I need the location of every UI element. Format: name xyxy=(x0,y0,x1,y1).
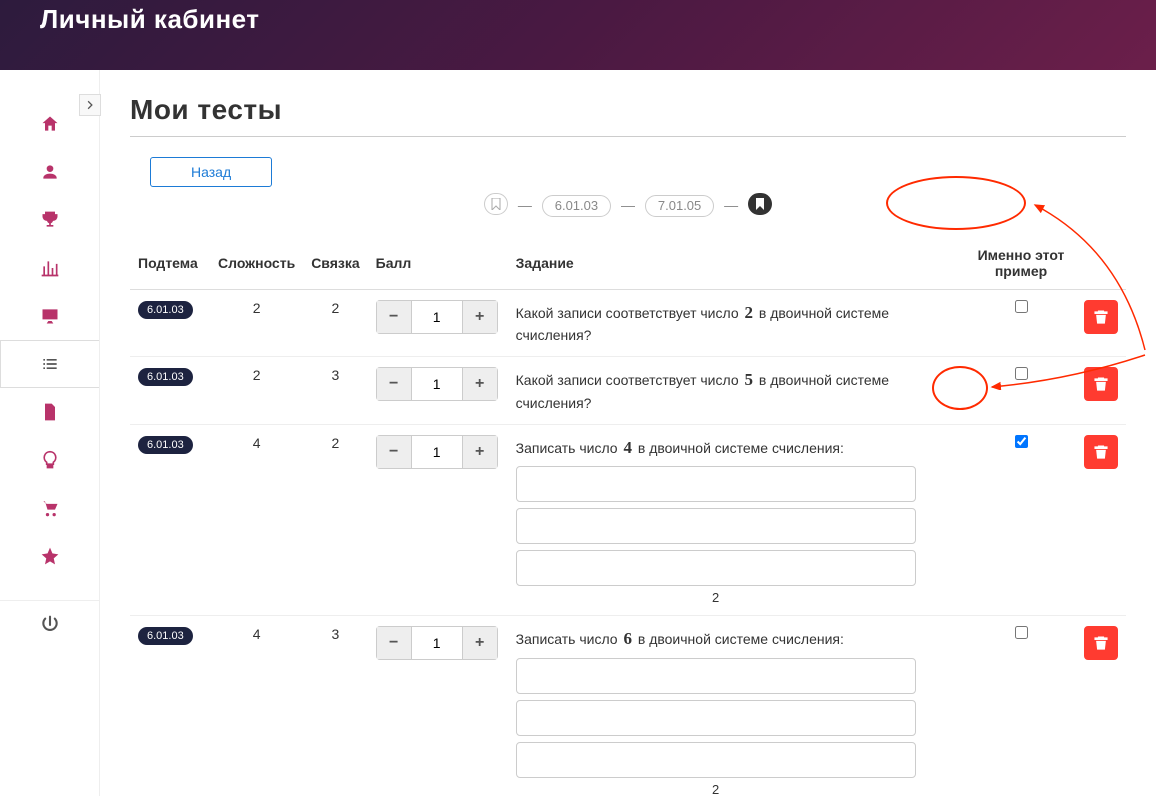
stepper-plus[interactable]: + xyxy=(462,626,498,660)
home-icon xyxy=(40,114,60,134)
stepper-plus[interactable]: + xyxy=(462,367,498,401)
stepper-minus[interactable]: − xyxy=(376,300,412,334)
answer-input[interactable] xyxy=(516,466,916,502)
list-icon xyxy=(40,354,60,374)
stepper-minus[interactable]: − xyxy=(376,367,412,401)
task-text: Какой записи соответствует число 5 в дво… xyxy=(516,367,958,414)
tasks-table: Подтема Сложность Связка Балл Задание Им… xyxy=(130,237,1126,796)
subtopic-tag: 6.01.03 xyxy=(138,301,193,319)
trophy-icon xyxy=(40,210,60,230)
sidebar-item-cart[interactable] xyxy=(0,484,99,532)
sidebar-item-stats[interactable] xyxy=(0,244,99,292)
divider xyxy=(130,136,1126,137)
answer-input[interactable] xyxy=(516,700,916,736)
sidebar-item-trophy[interactable] xyxy=(0,196,99,244)
bc-chip-1[interactable]: 6.01.03 xyxy=(542,195,611,217)
bookmark-outline-icon[interactable] xyxy=(484,193,508,215)
sidebar-item-logout[interactable] xyxy=(0,600,99,648)
main-content: Мои тесты Назад — 6.01.03 — 7.01.05 — По… xyxy=(100,70,1156,796)
page-title: Мои тесты xyxy=(130,94,1126,126)
back-button[interactable]: Назад xyxy=(150,157,272,187)
bc-chip-2[interactable]: 7.01.05 xyxy=(645,195,714,217)
col-bundle: Связка xyxy=(303,237,367,290)
board-icon xyxy=(40,306,60,326)
cart-icon xyxy=(40,498,60,518)
stepper-input[interactable] xyxy=(412,626,462,660)
col-subtopic: Подтема xyxy=(130,237,210,290)
answer-count: 2 xyxy=(516,590,916,605)
task-text: Записать число 4 в двоичной системе счис… xyxy=(516,435,958,461)
sidebar-item-profile[interactable] xyxy=(0,148,99,196)
table-row: 6.01.0343−+Записать число 6 в двоичной с… xyxy=(130,616,1126,796)
difficulty-cell: 2 xyxy=(210,289,303,357)
app-title: Личный кабинет xyxy=(40,4,260,35)
subtopic-tag: 6.01.03 xyxy=(138,368,193,386)
bundle-cell: 3 xyxy=(303,616,367,796)
table-row: 6.01.0323−+Какой записи соответствует чи… xyxy=(130,357,1126,425)
table-row: 6.01.0322−+Какой записи соответствует чи… xyxy=(130,289,1126,357)
bc-sep: — xyxy=(724,197,738,213)
bundle-cell: 2 xyxy=(303,424,367,616)
bc-sep: — xyxy=(621,197,635,213)
stepper-plus[interactable]: + xyxy=(462,435,498,469)
sidebar-toggle[interactable] xyxy=(79,94,101,116)
chevron-right-icon xyxy=(85,100,95,110)
answer-input[interactable] xyxy=(516,508,916,544)
sidebar-item-hint[interactable] xyxy=(0,436,99,484)
user-icon xyxy=(40,162,60,182)
delete-button[interactable] xyxy=(1084,300,1118,334)
difficulty-cell: 4 xyxy=(210,616,303,796)
exact-checkbox[interactable] xyxy=(1015,626,1028,639)
subtopic-tag: 6.01.03 xyxy=(138,627,193,645)
sidebar-item-doc[interactable] xyxy=(0,388,99,436)
task-text: Записать число 6 в двоичной системе счис… xyxy=(516,626,958,652)
score-stepper: −+ xyxy=(376,300,498,334)
sidebar-item-star[interactable] xyxy=(0,532,99,580)
answer-input[interactable] xyxy=(516,550,916,586)
difficulty-cell: 4 xyxy=(210,424,303,616)
lightbulb-icon xyxy=(40,450,60,470)
stepper-input[interactable] xyxy=(412,300,462,334)
stepper-minus[interactable]: − xyxy=(376,435,412,469)
breadcrumb: — 6.01.03 — 7.01.05 — xyxy=(130,193,1126,217)
document-icon xyxy=(40,402,60,422)
bookmark-filled-icon[interactable] xyxy=(748,193,772,215)
star-icon xyxy=(40,546,60,566)
bc-sep: — xyxy=(518,197,532,213)
score-stepper: −+ xyxy=(376,626,498,660)
stepper-input[interactable] xyxy=(412,435,462,469)
delete-button[interactable] xyxy=(1084,626,1118,660)
exact-checkbox[interactable] xyxy=(1015,435,1028,448)
delete-button[interactable] xyxy=(1084,435,1118,469)
delete-button[interactable] xyxy=(1084,367,1118,401)
table-row: 6.01.0342−+Записать число 4 в двоичной с… xyxy=(130,424,1126,616)
sidebar-item-list[interactable] xyxy=(0,340,99,388)
bundle-cell: 3 xyxy=(303,357,367,425)
col-exact: Именно этот пример xyxy=(966,237,1076,290)
difficulty-cell: 2 xyxy=(210,357,303,425)
answer-input[interactable] xyxy=(516,658,916,694)
col-difficulty: Сложность xyxy=(210,237,303,290)
exact-checkbox[interactable] xyxy=(1015,300,1028,313)
subtopic-tag: 6.01.03 xyxy=(138,436,193,454)
score-stepper: −+ xyxy=(376,435,498,469)
power-icon xyxy=(40,615,60,635)
col-score: Балл xyxy=(368,237,508,290)
app-header: Личный кабинет xyxy=(0,0,1156,70)
answer-input[interactable] xyxy=(516,742,916,778)
task-text: Какой записи соответствует число 2 в дво… xyxy=(516,300,958,347)
stepper-minus[interactable]: − xyxy=(376,626,412,660)
sidebar-item-board[interactable] xyxy=(0,292,99,340)
stepper-input[interactable] xyxy=(412,367,462,401)
score-stepper: −+ xyxy=(376,367,498,401)
sidebar xyxy=(0,70,100,796)
stepper-plus[interactable]: + xyxy=(462,300,498,334)
exact-checkbox[interactable] xyxy=(1015,367,1028,380)
col-task: Задание xyxy=(508,237,966,290)
answer-count: 2 xyxy=(516,782,916,796)
bundle-cell: 2 xyxy=(303,289,367,357)
chart-icon xyxy=(40,258,60,278)
